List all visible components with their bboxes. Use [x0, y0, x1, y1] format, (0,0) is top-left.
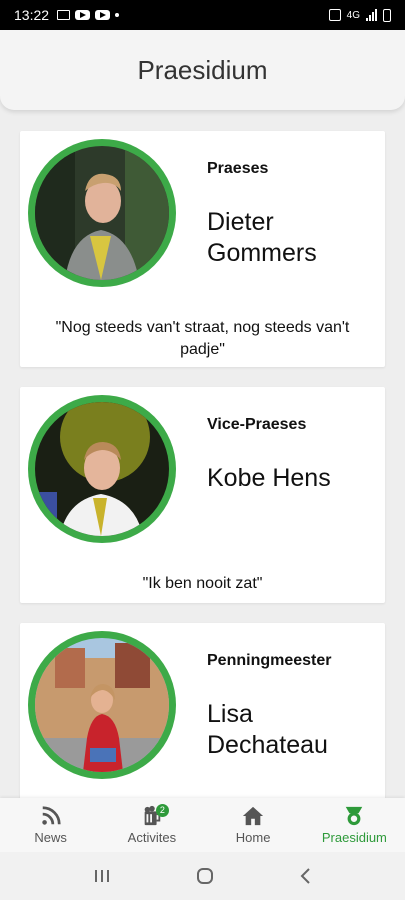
battery-icon [383, 8, 391, 22]
back-icon[interactable] [299, 867, 313, 885]
youtube-notification-icon-2 [95, 10, 111, 20]
member-card: Vice-Praeses Kobe Hens "Ik ben nooit zat… [20, 387, 385, 603]
member-quote: "Nog steeds van't straat, nog steeds van… [55, 319, 350, 358]
system-navigation-bar [0, 852, 405, 900]
mute-icon [328, 9, 341, 21]
notification-badge: 2 [155, 804, 169, 817]
member-name: Lisa Dechateau [207, 700, 328, 759]
nav-item-praesidium[interactable]: Praesidium [304, 798, 405, 852]
nav-item-news[interactable]: News [0, 798, 101, 852]
member-name: Dieter Gommers [207, 208, 317, 267]
status-bar: 13:22 4G [0, 0, 405, 30]
status-time: 13:22 [14, 7, 50, 23]
gallery-notification-icon [57, 10, 71, 20]
avatar-ring [28, 631, 176, 779]
page-title: Praesidium [137, 54, 268, 85]
member-photo [35, 146, 169, 280]
nav-label: News [34, 830, 67, 845]
app-bar: Praesidium [0, 30, 405, 110]
youtube-notification-icon [75, 10, 91, 20]
nav-item-activites[interactable]: 2 Activites [101, 798, 202, 852]
recent-apps-icon[interactable] [93, 868, 111, 884]
avatar-ring [28, 139, 176, 287]
nav-label: Activites [127, 830, 177, 845]
nav-item-home[interactable]: Home [203, 798, 304, 852]
member-quote: "Ik ben nooit zat" [142, 575, 263, 592]
more-notifications-icon [115, 13, 120, 17]
medal-icon [346, 806, 363, 826]
home-icon [243, 806, 264, 826]
signal-icon [366, 9, 377, 21]
nav-label: Home [235, 830, 271, 845]
member-role: Praeses [207, 160, 269, 177]
network-type: 4G [346, 9, 360, 21]
rss-icon [41, 806, 61, 825]
member-name: Kobe Hens [207, 464, 331, 492]
avatar-ring [28, 395, 176, 543]
member-role: Penningmeester [207, 652, 332, 669]
member-card: Penningmeester Lisa Dechateau [20, 623, 385, 823]
nav-label: Praesidium [321, 830, 387, 845]
bottom-navigation: News 2 Activites Home Praesidium [0, 798, 405, 852]
member-role: Vice-Praeses [207, 416, 307, 433]
member-card: Praeses Dieter Gommers "Nog steeds van't… [20, 131, 385, 367]
member-photo [35, 402, 169, 536]
member-photo [35, 638, 169, 772]
home-system-icon[interactable] [196, 867, 214, 885]
